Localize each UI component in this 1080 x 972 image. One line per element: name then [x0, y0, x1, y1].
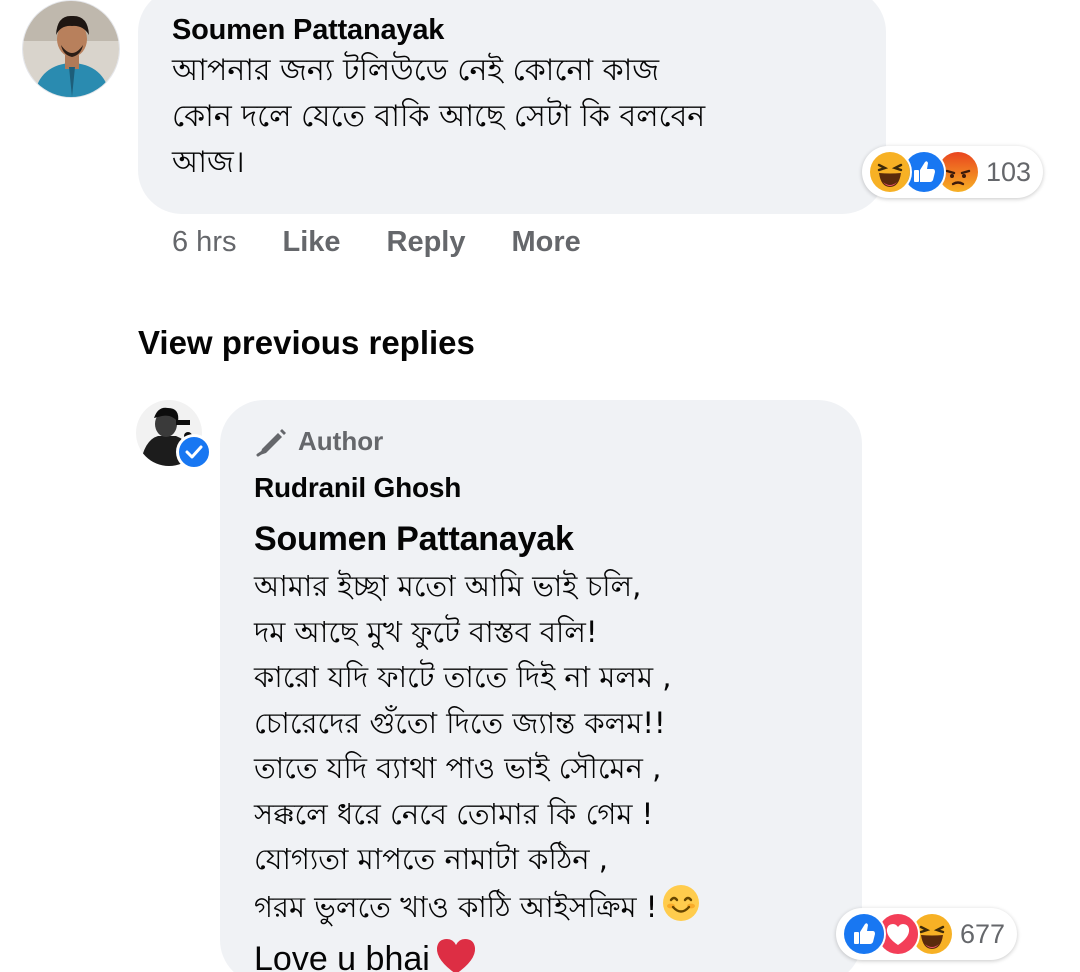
- reply-author-name[interactable]: Rudranil Ghosh: [254, 472, 461, 504]
- like-button[interactable]: Like: [282, 226, 340, 259]
- author-badge: Author: [254, 426, 383, 457]
- reply-text-block: আমার ইচ্ছা মতো আমি ভাই চলি, দম আছে মুখ ফ…: [254, 564, 834, 972]
- pencil-icon: [256, 428, 286, 456]
- reply-last-line: Love u bhai: [254, 940, 430, 972]
- comment-bubble: Soumen Pattanayak আপনার জন্য টলিউডে নেই …: [138, 0, 886, 214]
- haha-icon: [868, 150, 912, 194]
- like-icon: [842, 912, 886, 956]
- view-previous-replies-link[interactable]: View previous replies: [138, 324, 475, 362]
- verified-badge-icon: [176, 434, 212, 470]
- reply-bubble: Author Rudranil Ghosh Soumen Pattanayak …: [220, 400, 862, 972]
- reaction-count: 103: [986, 156, 1032, 187]
- reply-reactions[interactable]: 677: [836, 908, 1018, 960]
- mentioned-user[interactable]: Soumen Pattanayak: [254, 520, 574, 559]
- comment-reactions[interactable]: 103: [862, 146, 1044, 198]
- comments-thread: Soumen Pattanayak আপনার জন্য টলিউডে নেই …: [0, 0, 1080, 972]
- comment-text: আপনার জন্য টলিউডে নেই কোনো কাজ কোন দলে য…: [172, 53, 706, 180]
- red-heart-emoji-icon: [434, 936, 478, 972]
- reply-text: আমার ইচ্ছা মতো আমি ভাই চলি, দম আছে মুখ ফ…: [254, 569, 672, 924]
- author-badge-label: Author: [298, 426, 384, 456]
- comment-timestamp[interactable]: 6 hrs: [172, 226, 236, 259]
- reply-button[interactable]: Reply: [387, 226, 466, 259]
- comment-actions: 6 hrs Like Reply More: [172, 226, 627, 259]
- comment-author-name[interactable]: Soumen Pattanayak: [172, 14, 444, 47]
- profile-photo: [23, 1, 119, 97]
- commenter-avatar[interactable]: [22, 0, 120, 98]
- more-button[interactable]: More: [512, 226, 581, 259]
- smiling-face-emoji-icon: [661, 883, 701, 937]
- reaction-count: 677: [960, 918, 1006, 949]
